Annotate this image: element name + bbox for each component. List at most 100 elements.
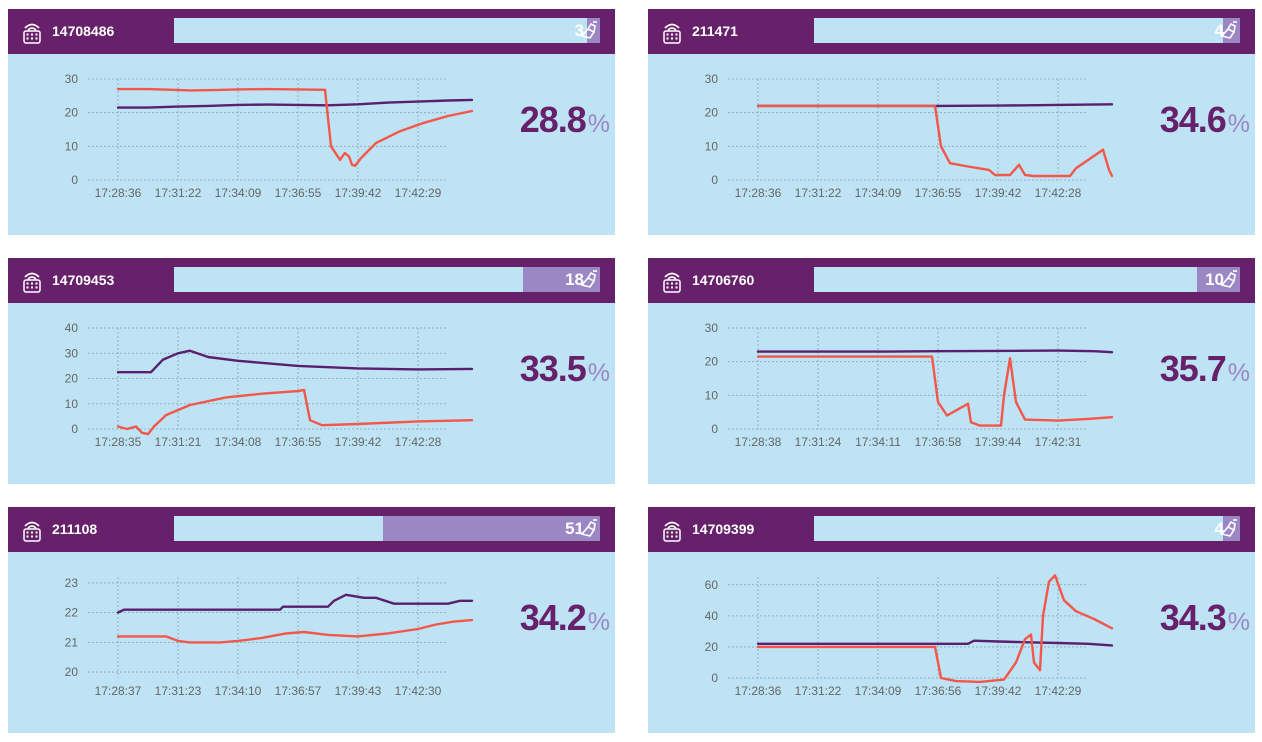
series-line: [756, 104, 1114, 178]
x-tick-label: 17:42:28: [395, 435, 442, 449]
y-tick-label: 30: [65, 346, 79, 360]
y-tick-label: 21: [65, 635, 79, 649]
y-tick-label: 0: [71, 173, 78, 187]
y-tick-label: 20: [65, 665, 79, 679]
x-tick-label: 17:36:58: [915, 435, 962, 449]
series-line: [116, 98, 474, 109]
series-line: [756, 574, 1114, 684]
y-tick-label: 10: [65, 397, 79, 411]
series-line: [116, 388, 474, 436]
x-tick-label: 17:42:29: [395, 186, 442, 200]
x-tick-label: 17:42:29: [1035, 684, 1082, 698]
line-chart: 0 10 20 30 17:28:38 17:31:24 17:34:11 17:36:58 1…: [705, 321, 1114, 449]
panel-header: 14706760 10: [648, 258, 1255, 303]
percent-symbol: %: [587, 608, 610, 636]
y-tick-label: 30: [65, 72, 79, 86]
line-chart: 0 10 20 30 17:28:36 17:31:22 17:34:09 17:36:55 1…: [65, 72, 474, 200]
x-tick-label: 17:28:37: [95, 684, 142, 698]
x-tick-label: 17:28:36: [735, 684, 782, 698]
x-tick-label: 17:39:42: [335, 435, 382, 449]
y-tick-label: 10: [65, 139, 79, 153]
device-wifi-icon: [663, 272, 681, 293]
series-line: [116, 349, 474, 374]
panel-header: 14708486 3: [8, 9, 615, 54]
device-id: 211108: [52, 521, 98, 537]
panel-header: 14709453 18: [8, 258, 615, 303]
line-chart: 20 21 22 23 17:28:37 17:31:23 17:34:10 17:36:57…: [65, 576, 474, 698]
x-tick-label: 17:36:56: [915, 684, 962, 698]
x-tick-label: 17:42:28: [1035, 186, 1082, 200]
x-tick-label: 17:28:35: [95, 435, 142, 449]
device-panel: 14709399 4 0 20 40 60 17:28:36 17:31:22 17:34:…: [648, 507, 1255, 733]
hand-sanitizer-icon: [1220, 21, 1237, 39]
x-tick-label: 17:36:55: [275, 435, 322, 449]
percent-symbol: %: [1227, 608, 1250, 636]
y-tick-label: 40: [65, 321, 79, 335]
humidity-value: 28.8%: [520, 99, 610, 141]
y-tick-label: 0: [71, 422, 78, 436]
panel-header: 14709399 4: [648, 507, 1255, 552]
x-tick-label: 17:36:57: [275, 684, 322, 698]
y-tick-label: 20: [65, 372, 79, 386]
x-tick-label: 17:31:22: [155, 186, 202, 200]
y-tick-label: 30: [705, 72, 719, 86]
y-tick-label: 20: [705, 640, 719, 654]
hand-sanitizer-icon: [1220, 519, 1237, 537]
y-tick-label: 0: [711, 173, 718, 187]
device-wifi-icon: [23, 521, 41, 542]
humidity-value: 34.6%: [1159, 99, 1250, 141]
device-panel: 211471 4 0 10 20 30 17:28:36 17:31:22 17:34:09…: [648, 9, 1255, 235]
x-tick-label: 17:39:42: [975, 186, 1022, 200]
x-tick-label: 17:36:55: [915, 186, 962, 200]
device-id: 211471: [692, 23, 738, 39]
series-line: [756, 349, 1114, 354]
x-tick-label: 17:42:30: [395, 684, 442, 698]
device-id: 14709399: [692, 521, 755, 537]
humidity-number: 34.6: [1159, 99, 1227, 140]
percent-symbol: %: [587, 359, 610, 387]
x-tick-label: 17:31:23: [155, 684, 202, 698]
series-line: [756, 639, 1114, 647]
y-tick-label: 0: [711, 671, 718, 685]
hand-sanitizer-icon: [580, 519, 597, 537]
y-tick-label: 20: [705, 106, 719, 120]
x-tick-label: 17:34:11: [855, 435, 901, 449]
humidity-value: 34.2%: [519, 597, 610, 639]
x-tick-label: 17:34:09: [855, 684, 902, 698]
level-bar: 18: [174, 267, 600, 292]
humidity-number: 34.2: [519, 597, 587, 638]
x-tick-label: 17:28:36: [95, 186, 142, 200]
humidity-value: 34.3%: [1160, 597, 1250, 639]
x-tick-label: 17:34:08: [215, 435, 262, 449]
panel-header: 211108 51: [8, 507, 615, 552]
y-tick-label: 20: [65, 106, 79, 120]
line-chart: 0 10 20 30 17:28:36 17:31:22 17:34:09 17:36:55 1…: [705, 72, 1114, 200]
series-line: [116, 593, 474, 614]
x-tick-label: 17:39:42: [975, 684, 1022, 698]
panel-header: 211471 4: [648, 9, 1255, 54]
device-id: 14708486: [52, 23, 115, 39]
x-tick-label: 17:39:44: [975, 435, 1022, 449]
y-tick-label: 60: [705, 578, 719, 592]
line-chart: 0 10 20 30 40 17:28:35 17:31:21 17:34:08 17:36:5…: [65, 321, 474, 449]
x-tick-label: 17:39:43: [335, 684, 382, 698]
x-tick-label: 17:28:38: [735, 435, 782, 449]
device-panel: 211108 51 20 21 22 23 17:28:37 17:31:23 17:34:…: [8, 507, 615, 733]
y-tick-label: 22: [65, 606, 79, 620]
humidity-value: 33.5%: [519, 348, 610, 390]
x-tick-label: 17:31:22: [795, 186, 842, 200]
humidity-value: 35.7%: [1160, 348, 1250, 390]
x-tick-label: 17:31:21: [155, 435, 202, 449]
x-tick-label: 17:42:31: [1035, 435, 1082, 449]
x-tick-label: 17:36:55: [275, 186, 322, 200]
hand-sanitizer-icon: [580, 270, 597, 288]
device-panel: 14706760 10 0 10 20 30 17:28:38 17:31:24 17:34…: [648, 258, 1255, 484]
level-bar: 4: [814, 516, 1240, 541]
percent-symbol: %: [587, 110, 610, 138]
percent-symbol: %: [1227, 359, 1250, 387]
device-id: 14706760: [692, 272, 755, 288]
x-tick-label: 17:39:42: [335, 186, 382, 200]
x-tick-label: 17:34:09: [215, 186, 262, 200]
y-tick-label: 0: [711, 422, 718, 436]
humidity-number: 33.5: [519, 348, 587, 389]
